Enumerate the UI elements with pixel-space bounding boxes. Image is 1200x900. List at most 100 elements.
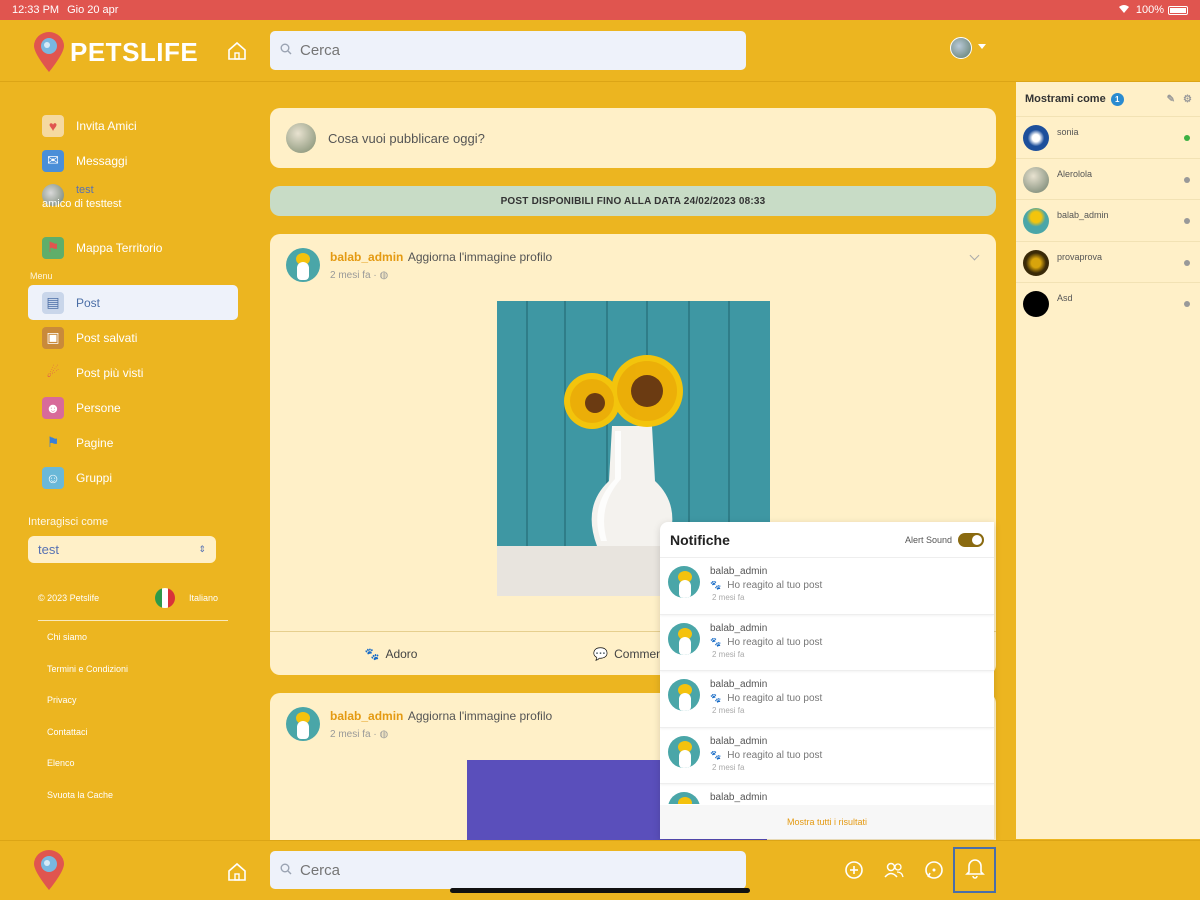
post-action: Aggiorna l'immagine profilo	[407, 250, 553, 264]
language-label: Italiano	[188, 593, 218, 603]
link-clear-cache[interactable]: Svuota la Cache	[38, 787, 228, 819]
sidebar-item-people[interactable]: ☻ Persone	[28, 390, 238, 425]
link-privacy[interactable]: Privacy	[38, 692, 228, 724]
interact-as-value: test	[38, 542, 59, 557]
home-icon[interactable]	[226, 40, 248, 62]
post-author[interactable]: balab_admin	[330, 250, 403, 264]
search-bar[interactable]	[270, 31, 746, 70]
offline-status-dot	[1184, 218, 1190, 224]
sidebar-item-pages[interactable]: ⚑ Pagine	[28, 425, 238, 460]
copyright: © 2023 Petslife	[38, 593, 100, 603]
avatar	[668, 566, 700, 598]
notifications-button[interactable]	[953, 847, 996, 893]
avatar[interactable]	[286, 248, 320, 282]
notifications-title: Notifiche	[670, 531, 730, 548]
link-about[interactable]: Chi siamo	[38, 629, 228, 661]
contact-name: Alerolola	[1057, 168, 1093, 179]
show-all-results-link[interactable]: Mostra tutti i risultati	[660, 805, 994, 839]
paw-icon: 🐾	[710, 749, 722, 760]
sidebar-item-invite[interactable]: ♥ Invita Amici	[28, 108, 238, 143]
post-composer[interactable]: Cosa vuoi pubblicare oggi?	[270, 108, 996, 168]
love-button[interactable]: 🐾 Adoro	[270, 632, 512, 675]
notification-time: 2 mesi fa	[712, 762, 745, 772]
avatar	[1023, 208, 1049, 234]
chevron-updown-icon: ⇕	[198, 544, 206, 554]
pin-logo-icon	[34, 32, 64, 72]
contact-item[interactable]: Alerolola	[1016, 157, 1200, 200]
italy-flag-icon	[154, 588, 175, 608]
sidebar-item-map[interactable]: ⚑ Mappa Territorio	[28, 230, 238, 265]
bottom-search-bar[interactable]	[270, 851, 746, 889]
add-circle-icon[interactable]	[843, 859, 865, 881]
battery-percent: 100%	[1135, 4, 1164, 16]
footer-links: Chi siamo Termini e Condizioni Privacy C…	[38, 629, 228, 819]
app-name: PETSLIFE	[70, 36, 199, 67]
bottom-search-input[interactable]	[300, 861, 700, 879]
notification-item[interactable]: balab_admin 🐾 Ho reagito al tuo post 2 me…	[660, 728, 994, 784]
link-contact[interactable]: Contattaci	[38, 724, 228, 756]
search-input[interactable]	[300, 42, 700, 59]
alert-sound-toggle[interactable]	[958, 532, 984, 547]
divider	[38, 620, 228, 621]
app-logo[interactable]: PETSLIFE	[34, 32, 198, 72]
pin-logo-icon[interactable]	[34, 850, 64, 895]
panel-title: Mostrami come	[1025, 93, 1106, 105]
avatar	[668, 622, 700, 655]
sidebar-item-post[interactable]: ▤ Post	[28, 285, 238, 320]
chat-icon[interactable]	[923, 859, 945, 881]
sidebar-item-label: Messaggi	[76, 153, 128, 168]
home-icon[interactable]	[226, 861, 248, 888]
contact-item[interactable]: balab_admin	[1016, 199, 1200, 241]
saved-icon: ▣	[42, 326, 64, 349]
sidebar-item-groups[interactable]: ☺ Gruppi	[28, 460, 238, 495]
notification-item[interactable]: balab_admin	[660, 784, 994, 804]
sidebar-item-saved[interactable]: ▣ Post salvati	[28, 320, 238, 355]
link-directory[interactable]: Elenco	[38, 755, 228, 787]
count-badge: 1	[1110, 92, 1124, 106]
notification-text: Ho reagito al tuo post	[727, 636, 823, 648]
avatar	[668, 679, 700, 711]
notification-text: Ho reagito al tuo post	[727, 580, 823, 591]
globe-icon: ◍	[379, 270, 389, 281]
contact-item[interactable]: Asd	[1016, 282, 1200, 324]
interact-as-select[interactable]: test ⇕	[28, 536, 216, 563]
gear-icon[interactable]: ⚙	[1183, 94, 1192, 105]
globe-icon: ◍	[379, 729, 389, 740]
sidebar-item-messages[interactable]: ✉ Messaggi	[28, 143, 238, 178]
language-row: © 2023 Petslife Italiano	[38, 588, 228, 608]
sidebar-item-test-user[interactable]: test amico di testtest	[28, 178, 238, 230]
trending-icon: ☄	[46, 364, 60, 380]
contacts-panel: Mostrami come 1 ✎ ⚙ sonia Alerolola bala…	[1016, 82, 1200, 839]
link-terms[interactable]: Termini e Condizioni	[38, 661, 228, 693]
notification-item[interactable]: balab_admin 🐾 Ho reagito al tuo post 2 me…	[660, 671, 994, 728]
friends-icon[interactable]	[883, 859, 905, 881]
notification-time: 2 mesi fa	[712, 593, 745, 602]
status-date: Gio 20 apr	[67, 4, 119, 16]
paw-icon: 🐾	[710, 636, 722, 647]
avatar	[1023, 166, 1049, 193]
posts-available-banner: POST DISPONIBILI FINO ALLA DATA 24/02/20…	[270, 186, 996, 216]
comment-icon: 💬	[593, 646, 609, 661]
post-time: 2 mesi fa ·	[330, 270, 377, 281]
bell-icon	[964, 857, 985, 884]
avatar	[668, 735, 700, 768]
language-selector[interactable]: Italiano	[154, 588, 228, 608]
avatar[interactable]	[286, 707, 320, 741]
notification-item[interactable]: balab_admin 🐾 Ho reagito al tuo post 2 me…	[660, 558, 994, 615]
interact-as-label: Interagisci come	[28, 516, 109, 528]
left-sidebar: ♥ Invita Amici ✉ Messaggi test amico di …	[28, 108, 238, 495]
chevron-down-icon[interactable]	[978, 44, 986, 49]
sidebar-item-trending[interactable]: ☄ Post più visti	[28, 355, 238, 390]
map-icon: ⚑	[42, 236, 64, 259]
contact-item[interactable]: provaprova	[1016, 240, 1200, 283]
avatar	[1023, 249, 1049, 276]
invite-icon: ♥	[42, 114, 64, 137]
notification-item[interactable]: balab_admin 🐾 Ho reagito al tuo post 2 me…	[660, 615, 994, 671]
status-bar: 12:33 PM Gio 20 apr 100%	[0, 0, 1200, 20]
sidebar-item-label: Pagine	[76, 435, 114, 450]
edit-icon[interactable]: ✎	[1167, 94, 1175, 105]
contact-item[interactable]: sonia	[1016, 116, 1200, 158]
user-avatar[interactable]	[950, 37, 972, 59]
post-author[interactable]: balab_admin	[330, 709, 403, 723]
wifi-icon	[1118, 4, 1130, 17]
